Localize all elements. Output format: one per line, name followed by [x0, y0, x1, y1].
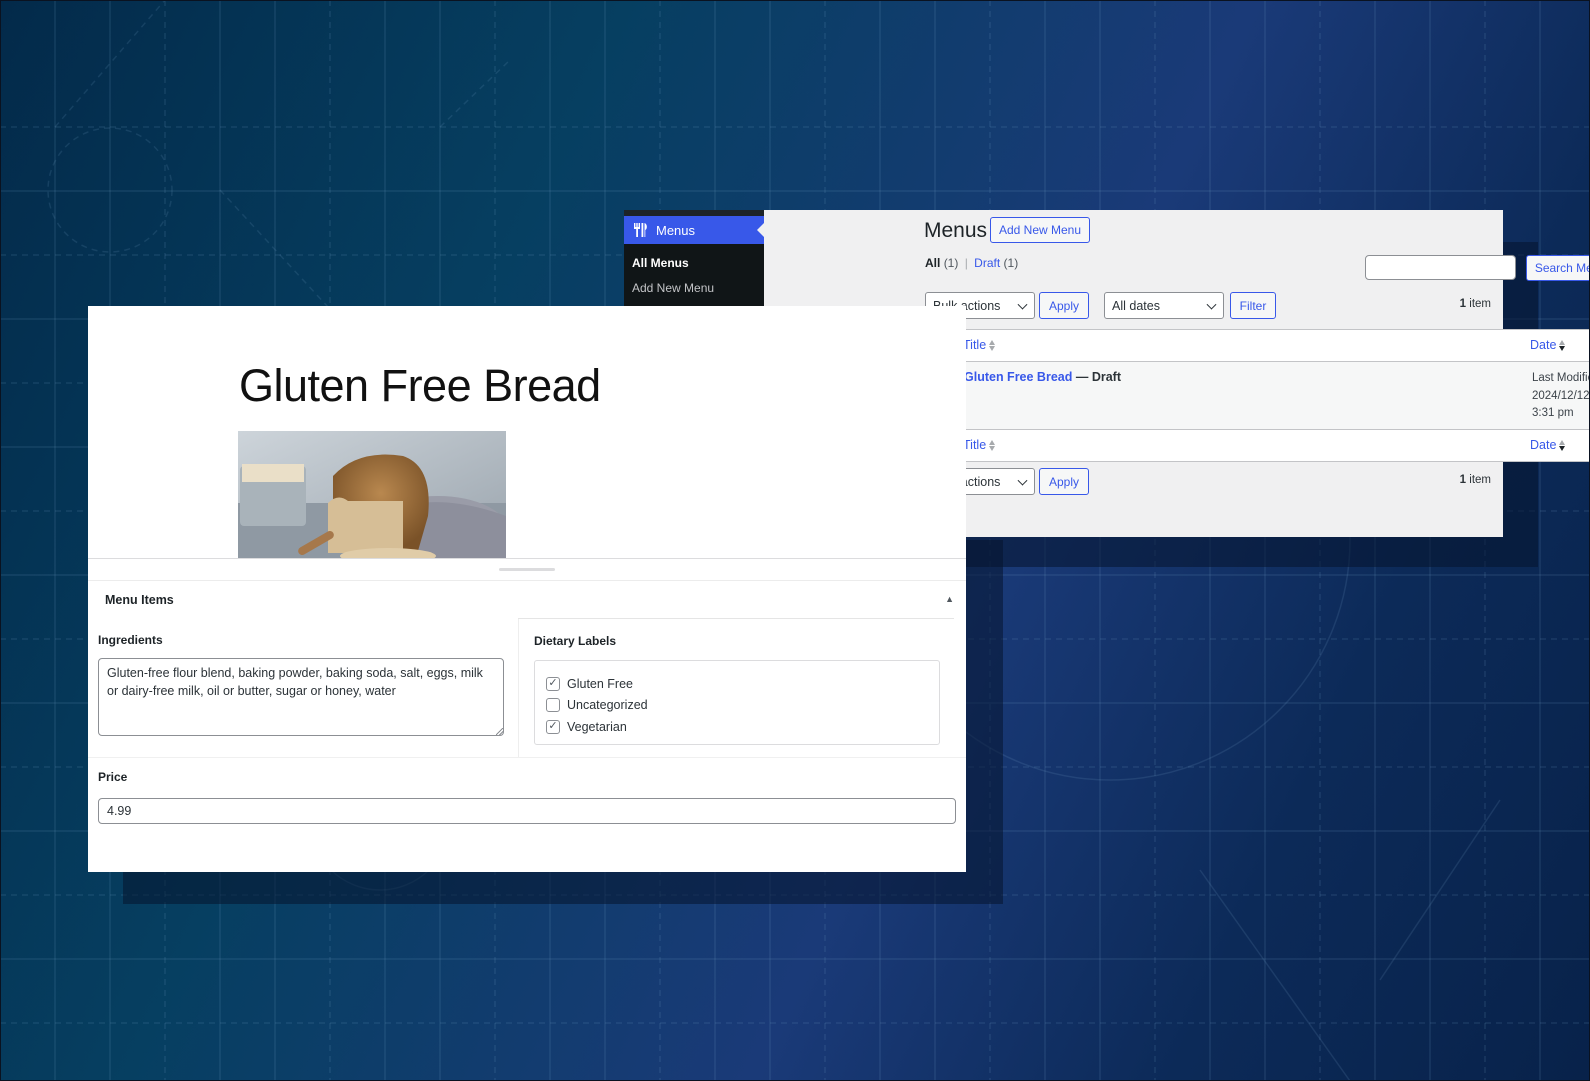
checkbox-checked[interactable]: ✓	[546, 719, 560, 734]
chevron-down-icon	[1017, 299, 1028, 310]
table-footer: Title Date	[926, 429, 1590, 461]
items-count-top: 1 item	[1459, 298, 1491, 310]
ingredients-textarea[interactable]: Gluten-free flour blend, baking powder, …	[98, 658, 504, 736]
column-title-sort[interactable]: Title	[963, 338, 996, 352]
date-filter-select[interactable]: All dates	[1104, 292, 1224, 319]
dietary-option-gluten-free[interactable]: ✓ Gluten Free	[546, 673, 928, 695]
metabox-title: Menu Items	[105, 593, 174, 607]
sort-desc-icon	[1559, 439, 1566, 452]
dietary-option-uncategorized[interactable]: Uncategorized	[546, 695, 928, 717]
submenu-all-menus[interactable]: All Menus	[624, 254, 764, 279]
search-menus-button[interactable]: Search Menus	[1526, 255, 1590, 281]
add-new-menu-button[interactable]: Add New Menu	[990, 217, 1090, 243]
price-label: Price	[98, 770, 128, 784]
grid-line	[1199, 869, 1351, 1081]
apply-button-top[interactable]: Apply	[1039, 292, 1089, 319]
submenu-add-new-menu[interactable]: Add New Menu	[624, 279, 764, 304]
price-input[interactable]: 4.99	[98, 798, 956, 824]
dietary-checklist: ✓ Gluten Free Uncategorized ✓ Vegetarian	[534, 660, 940, 745]
resize-handle[interactable]	[499, 568, 555, 571]
sidebar-item-label: Menus	[656, 222, 696, 238]
table-header: Title Date	[926, 330, 1590, 362]
chevron-down-icon	[1017, 475, 1028, 486]
grid-line	[439, 59, 511, 128]
row-date: Last Modified 2024/12/12 at 3:31 pm	[1532, 372, 1590, 419]
textarea-resize-grip[interactable]	[496, 728, 503, 735]
checkbox-unchecked[interactable]	[546, 698, 560, 713]
post-editor-panel: Gluten Free Bread Menu Items ▲ Ingredien…	[88, 306, 966, 872]
page-title: Menus	[924, 219, 988, 242]
bread-photo	[238, 431, 506, 558]
fork-knife-icon	[632, 222, 648, 238]
chevron-down-icon	[1206, 299, 1217, 310]
status-filter-links: All (1) | Draft (1)	[925, 256, 1019, 270]
dietary-labels-label: Dietary Labels	[534, 634, 617, 648]
sidebar-item-menus[interactable]: Menus	[624, 216, 764, 244]
filter-button[interactable]: Filter	[1230, 292, 1276, 319]
dietary-option-vegetarian[interactable]: ✓ Vegetarian	[546, 716, 928, 738]
menus-submenu: All Menus Add New Menu	[624, 244, 764, 308]
column-date-sort[interactable]: Date	[1530, 338, 1566, 352]
column-date-sort-bottom[interactable]: Date	[1530, 438, 1566, 452]
checkbox-checked[interactable]: ✓	[546, 676, 560, 691]
items-count-bottom: 1 item	[1459, 474, 1491, 486]
column-title-sort-bottom[interactable]: Title	[963, 438, 996, 452]
apply-button-bottom[interactable]: Apply	[1039, 468, 1089, 495]
post-title[interactable]: Gluten Free Bread	[239, 360, 601, 412]
filter-draft-link[interactable]: Draft	[974, 256, 1000, 270]
row-title: Gluten Free Bread — Draft	[964, 370, 1121, 384]
table-row: Gluten Free Bread — Draft Last Modified …	[926, 362, 1590, 429]
sort-icon	[989, 339, 996, 352]
filter-all-link[interactable]: All	[925, 256, 940, 270]
search-input[interactable]	[1365, 255, 1516, 280]
sort-icon	[989, 439, 996, 452]
row-title-link[interactable]: Gluten Free Bread	[964, 370, 1072, 384]
featured-image[interactable]	[238, 431, 506, 558]
collapse-toggle-icon[interactable]: ▲	[945, 594, 954, 604]
menus-table: Title Date Gluten Free Bread — Draft Las…	[925, 329, 1590, 462]
ingredients-label: Ingredients	[98, 633, 163, 647]
sort-desc-icon	[1559, 339, 1566, 352]
grid-line	[1379, 799, 1501, 981]
